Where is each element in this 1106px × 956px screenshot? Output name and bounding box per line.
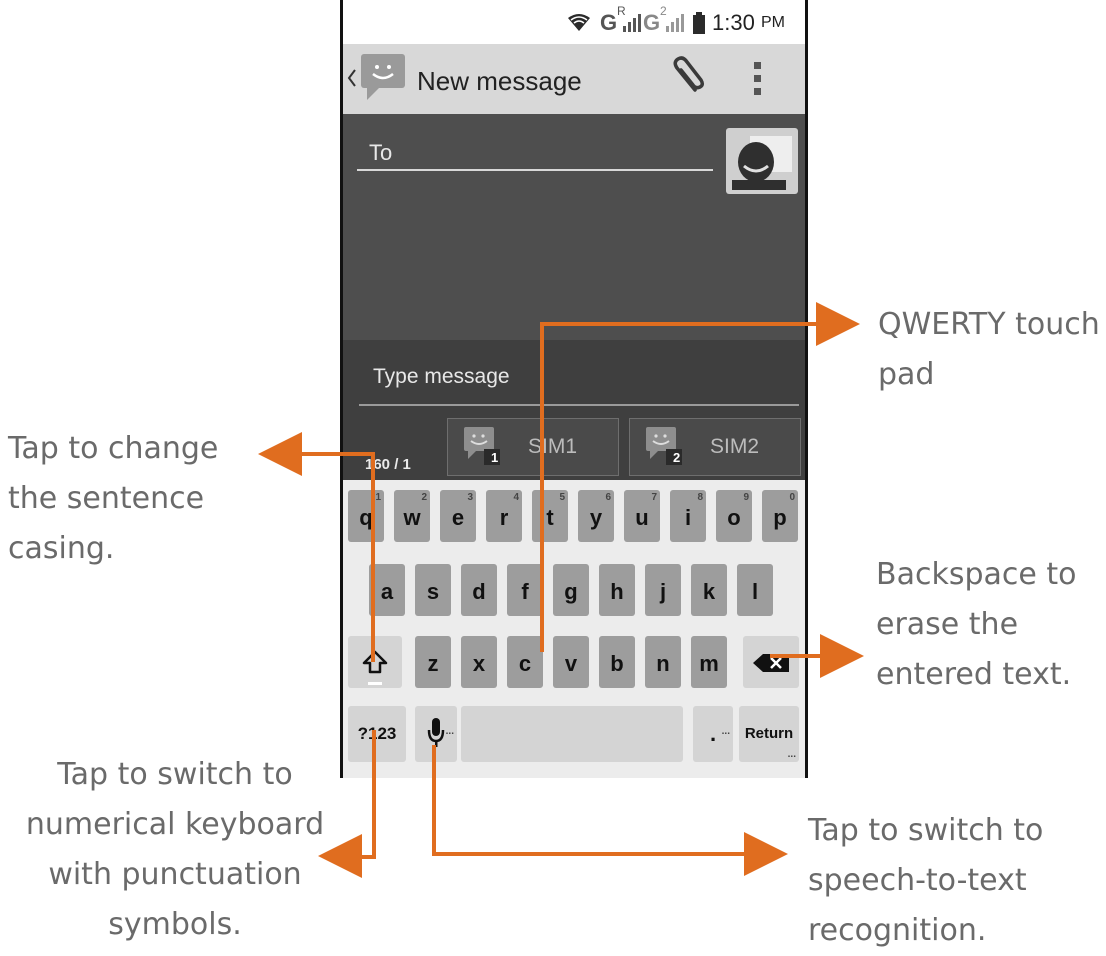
- speech-callout-line: [432, 852, 748, 856]
- shift-callout-line: [295, 452, 375, 456]
- shift-arrow-icon: [362, 650, 388, 674]
- key-n[interactable]: n: [645, 636, 681, 688]
- key-c[interactable]: c: [507, 636, 543, 688]
- key-v[interactable]: v: [553, 636, 589, 688]
- symbols-callout-line: [372, 730, 376, 858]
- overflow-menu-icon[interactable]: [753, 62, 763, 96]
- messaging-smiley-icon[interactable]: [359, 52, 409, 104]
- backspace-callout-line: [770, 654, 826, 658]
- shift-key[interactable]: [348, 636, 402, 688]
- speech-annotation: Tap to switch to speech-to-text recognitio…: [808, 813, 1044, 948]
- shift-arrow-icon-callout: [258, 432, 302, 476]
- key-k[interactable]: k: [691, 564, 727, 616]
- qwerty-callout-line: [540, 322, 822, 326]
- key-l[interactable]: l: [737, 564, 773, 616]
- key-d[interactable]: d: [461, 564, 497, 616]
- key-w[interactable]: w2: [394, 490, 430, 542]
- key-r[interactable]: r4: [486, 490, 522, 542]
- message-input-underline: [359, 404, 799, 406]
- network-type-2: G: [643, 10, 661, 35]
- microphone-icon: [427, 718, 445, 747]
- qwerty-keyboard: q1 w2 e3 r4 t5 y6 u7 i8 o9 p0 a s d f g …: [343, 480, 805, 778]
- space-bar[interactable]: [461, 706, 683, 762]
- to-field-label: To: [369, 140, 393, 165]
- paperclip-icon[interactable]: [665, 56, 705, 100]
- backspace-annotation: Backspace to erase the entered text.: [876, 557, 1077, 692]
- sim1-label: SIM1: [528, 435, 578, 458]
- status-bar: G R G 2 1:30 PM: [343, 0, 805, 44]
- send-sim1-button[interactable]: 1 SIM1: [447, 418, 619, 476]
- key-f[interactable]: f: [507, 564, 543, 616]
- phone-frame-left: [340, 0, 343, 778]
- key-h[interactable]: h: [599, 564, 635, 616]
- shift-callout-line: [371, 452, 375, 662]
- add-contact-button[interactable]: [726, 128, 798, 194]
- key-m[interactable]: m: [691, 636, 727, 688]
- backspace-arrow-icon-callout: [820, 634, 864, 678]
- phone-frame-right: [805, 0, 808, 778]
- key-i[interactable]: i8: [670, 490, 706, 542]
- period-key[interactable]: . ...: [693, 706, 733, 762]
- sim2-label: SIM2: [710, 435, 760, 458]
- key-b[interactable]: b: [599, 636, 635, 688]
- key-s[interactable]: s: [415, 564, 451, 616]
- qwerty-callout-line: [540, 322, 544, 652]
- clock-ampm: PM: [761, 14, 785, 31]
- symbols-annotation: Tap to switch to numerical keyboard with p…: [25, 757, 325, 942]
- key-y[interactable]: y6: [578, 490, 614, 542]
- key-o[interactable]: o9: [716, 490, 752, 542]
- network-type-1: G: [600, 10, 618, 35]
- qwerty-annotation: QWERTY touch pad: [878, 307, 1100, 392]
- speech-arrow-icon: [744, 832, 788, 876]
- key-j[interactable]: j: [645, 564, 681, 616]
- battery-icon: [693, 12, 705, 34]
- backspace-key[interactable]: [743, 636, 799, 688]
- key-q[interactable]: q1: [348, 490, 384, 542]
- key-e[interactable]: e3: [440, 490, 476, 542]
- key-t[interactable]: t5: [532, 490, 568, 542]
- message-input[interactable]: Type message: [373, 365, 510, 389]
- wifi-icon: [568, 14, 590, 31]
- shift-annotation: Tap to change the sentence casing.: [8, 431, 219, 566]
- key-u[interactable]: u7: [624, 490, 660, 542]
- page-title: New message: [417, 66, 582, 96]
- qwerty-arrow-icon: [816, 302, 860, 346]
- signal-2-icon: [666, 14, 684, 32]
- send-sim2-button[interactable]: 2 SIM2: [629, 418, 801, 476]
- sim2-badge: 2: [673, 450, 681, 465]
- sim1-badge: 1: [491, 450, 499, 465]
- key-g[interactable]: g: [553, 564, 589, 616]
- contact-avatar-icon: [732, 136, 792, 190]
- back-chevron-icon[interactable]: [347, 68, 357, 88]
- to-field[interactable]: [357, 169, 713, 171]
- key-x[interactable]: x: [461, 636, 497, 688]
- key-z[interactable]: z: [415, 636, 451, 688]
- signal-1-icon: [623, 14, 641, 32]
- voice-input-key[interactable]: ...: [415, 706, 457, 762]
- speech-callout-line: [432, 745, 436, 855]
- action-bar: New message: [343, 44, 805, 114]
- shift-state-indicator: [368, 682, 382, 685]
- clock-time: 1:30: [712, 10, 755, 35]
- message-area: Type message 160 / 1 1 SIM1 2 SIM2: [343, 340, 805, 480]
- key-p[interactable]: p0: [762, 490, 798, 542]
- recipient-area: To: [343, 114, 805, 340]
- symbols-key[interactable]: ?123: [348, 706, 406, 762]
- return-key[interactable]: Return ...: [739, 706, 799, 762]
